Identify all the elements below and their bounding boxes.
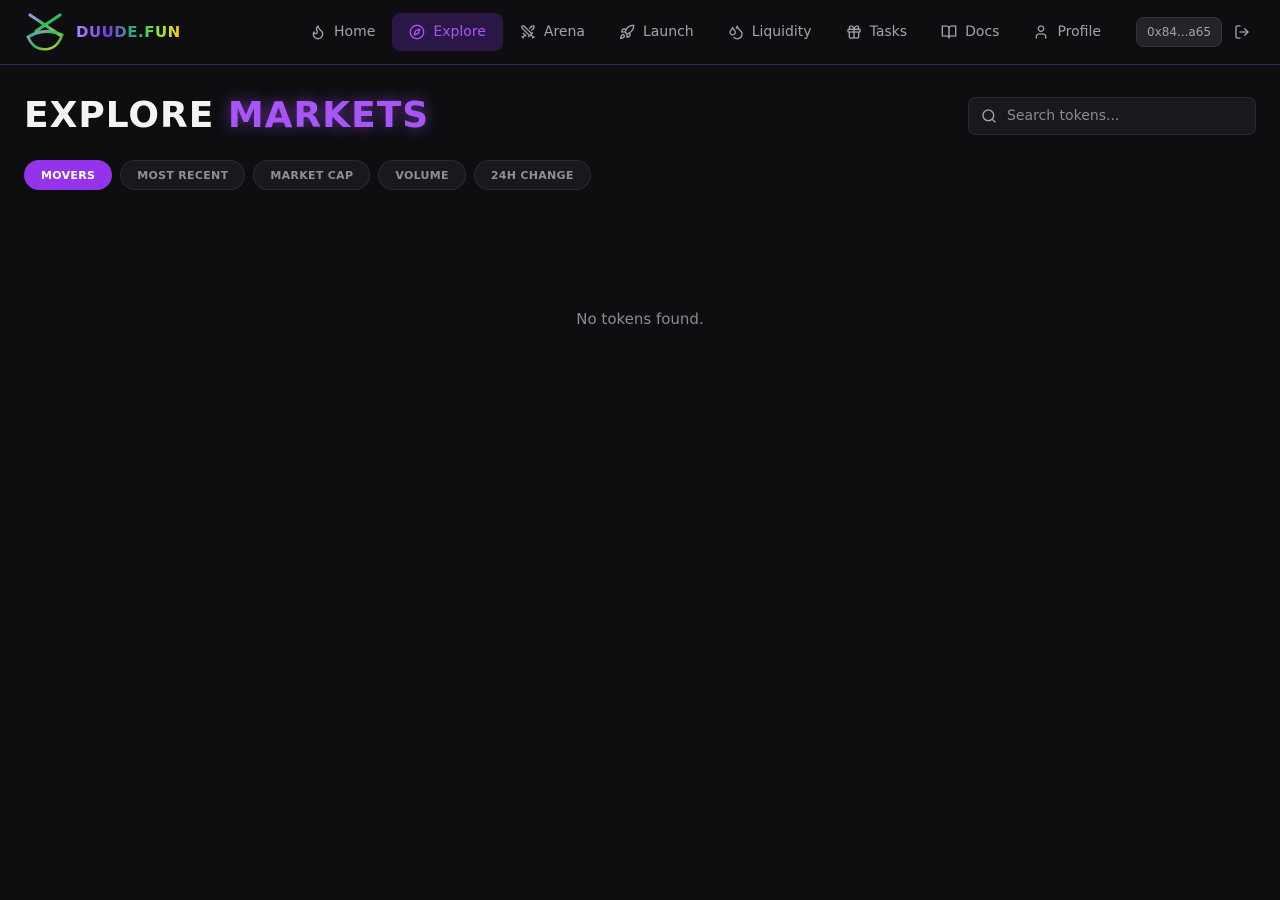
search-input[interactable] <box>997 98 1255 134</box>
nav-label-docs: Docs <box>965 24 1000 40</box>
tab-most-recent[interactable]: MOST RECENT <box>120 160 246 190</box>
nav-label-profile: Profile <box>1057 24 1101 40</box>
tab-movers[interactable]: MOVERS <box>24 160 113 190</box>
user-icon <box>1033 24 1049 40</box>
nav-item-liquidity[interactable]: Liquidity <box>711 13 829 51</box>
nav-item-profile[interactable]: Profile <box>1016 13 1118 51</box>
page-title-part2: MARKETS <box>227 95 430 136</box>
page-title: EXPLORE MARKETS <box>24 92 429 140</box>
nav-item-arena[interactable]: Arena <box>503 13 602 51</box>
book-open-icon <box>941 24 957 40</box>
logo-text: DUUDE.FUN <box>76 23 181 41</box>
compass-icon <box>409 24 425 40</box>
search-icon <box>981 108 997 124</box>
nav-label-explore: Explore <box>433 24 486 40</box>
wallet-address-button[interactable]: 0x84...a65 <box>1136 17 1222 47</box>
sort-tabs: MOVERS MOST RECENT MARKET CAP VOLUME 24H… <box>24 160 591 190</box>
logo[interactable]: DUUDE.FUN <box>24 11 181 53</box>
search-box <box>968 97 1256 135</box>
logo-mark-icon <box>26 13 64 51</box>
rocket-icon <box>619 24 635 40</box>
nav-label-launch: Launch <box>642 24 694 40</box>
log-out-icon[interactable] <box>1234 24 1250 40</box>
nav-item-home[interactable]: Home <box>293 13 392 51</box>
swords-icon <box>520 24 536 40</box>
page-title-part1: EXPLORE <box>24 95 215 136</box>
top-nav-bar: DUUDE.FUN Home Explore Arena Launch Liqu… <box>0 0 1280 65</box>
nav-item-launch[interactable]: Launch <box>602 13 711 51</box>
nav-label-tasks: Tasks <box>869 24 908 40</box>
flame-icon <box>310 24 326 40</box>
gift-icon <box>846 24 862 40</box>
tab-24h-change[interactable]: 24H CHANGE <box>473 160 591 190</box>
tab-volume[interactable]: VOLUME <box>378 160 466 190</box>
nav-label-home: Home <box>334 24 376 40</box>
nav-item-tasks[interactable]: Tasks <box>829 13 925 51</box>
nav-item-docs[interactable]: Docs <box>924 13 1016 51</box>
tab-market-cap[interactable]: MARKET CAP <box>253 160 371 190</box>
main-nav: Home Explore Arena Launch Liquidity Task… <box>293 13 1118 51</box>
droplets-icon <box>728 24 744 40</box>
empty-state-message: No tokens found. <box>576 310 704 328</box>
nav-label-arena: Arena <box>543 24 585 40</box>
nav-item-explore[interactable]: Explore <box>392 13 503 51</box>
nav-label-liquidity: Liquidity <box>751 24 812 40</box>
